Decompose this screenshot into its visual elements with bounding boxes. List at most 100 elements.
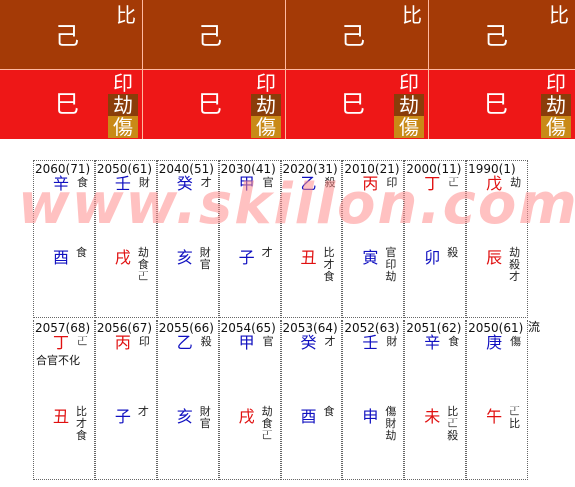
hidden-stems: 𠀀比 [509,406,523,430]
four-pillars: 己 比 己 己 比 己 比 巳 印 劫 傷 巳 印 劫 傷 巳 印 劫 傷 巳 … [0,0,575,139]
luck-cell: 2060(71) 辛食酉食 [33,160,95,318]
luck-stem-god: 𠀀 [448,176,460,189]
luck-branch: 亥 [176,248,193,267]
stem-god: 比 [116,3,136,27]
hidden-stem-god: 食 [76,246,87,259]
heavenly-stems-row: 己 比 己 己 比 己 比 [0,0,575,70]
hidden-stems: 官印劫 [385,247,399,283]
hidden-stem-god: 比 [509,417,521,430]
luck-stem: 戊 [486,174,503,193]
decade-luck-grid: 2060(71) 辛食酉食 2050(61) 壬財戌劫食 𠀀 2040(51) 癸才亥財官 2… [33,160,528,318]
branch-god: 印 [113,71,133,95]
luck-stem: 甲 [238,174,255,193]
hidden-stem-god: 劫 [385,429,397,442]
side-glyph: 流 [528,320,541,334]
luck-stem-god: 才 [200,176,212,189]
luck-stem-god: 印 [138,335,150,348]
luck-cell: 2040(51) 癸才亥財官 [156,160,219,318]
stem-char: 己 [484,22,508,50]
luck-stem-god: 官 [262,176,274,189]
luck-stem: 癸 [300,333,317,352]
hidden-stem-god: 食 [323,270,335,283]
branch-god: 劫 [108,94,138,116]
hidden-stems: 劫殺才 [509,247,523,283]
luck-stem-god: 財 [138,176,150,189]
hidden-stems: 劫食𠀀 [138,247,152,283]
luck-stem-god: 殺 [200,335,212,348]
luck-stem: 癸 [176,174,193,193]
luck-stem: 丁 [53,333,70,352]
luck-branch: 午 [486,407,503,426]
pillar-stem-4: 己 比 [429,0,575,70]
luck-cell: 2010(21) 丙印寅官印劫 [342,160,405,318]
luck-stem-god: 劫 [510,176,522,189]
luck-stem: 丙 [362,174,379,193]
luck-branch: 辰 [486,248,503,267]
hidden-stems: 殺 [447,247,461,259]
hidden-stem-god: 殺 [447,246,459,259]
luck-stem: 壬 [362,333,379,352]
luck-cell: 2057(68) 丁 𠀀 合官不化丑比才食 [33,320,95,480]
hidden-stem-god: 劫 [385,270,397,283]
luck-cell: 2053(64) 癸才酉食 [280,320,343,480]
hidden-stem-god: 殺 [447,429,459,442]
hidden-stem-god: 才 [137,405,149,418]
branch-god: 傷 [108,116,138,138]
luck-branch: 酉 [300,407,317,426]
luck-stem-god: 𠀀 [77,335,88,348]
hidden-stems: 財官 [200,247,214,271]
branch-gods: 印 劫 傷 [541,72,571,138]
luck-cell: 1990(1) 戊劫辰劫殺才 [466,160,528,318]
hidden-stems: 才 [262,247,276,259]
pillar-stem-2: 己 [143,0,286,70]
hidden-stem-god: 官 [199,258,211,271]
branch-char: 巳 [484,90,508,118]
luck-branch: 戌 [114,248,131,267]
luck-stem: 甲 [238,333,255,352]
pillar-branch-1: 巳 印 劫 傷 [0,70,143,139]
luck-stem-god: 殺 [324,176,336,189]
branch-god: 劫 [394,94,424,116]
luck-branch: 子 [114,407,131,426]
luck-cell: 2050(61) 庚傷午 𠀀 比 [466,320,528,480]
luck-stem-god: 官 [262,335,274,348]
luck-branch: 申 [362,407,379,426]
luck-branch: 子 [238,248,255,267]
hidden-stem-god: 才 [509,270,521,283]
hidden-stems: 劫食𠀀 [262,406,276,442]
luck-cell: 2051(62) 辛食未比 𠀀 殺 [404,320,467,480]
hidden-stem-god: 食 [323,405,335,418]
hidden-stem-god: 𠀀 [137,270,149,283]
pillar-branch-2: 巳 印 劫 傷 [143,70,286,139]
branch-gods: 印 劫 傷 [251,72,281,138]
branch-god: 劫 [251,94,281,116]
stem-char: 己 [198,22,222,50]
branch-god: 印 [399,71,419,95]
luck-cell: 2030(41) 甲官子才 [218,160,281,318]
luck-branch: 未 [424,407,441,426]
pillar-stem-3: 己 比 [286,0,429,70]
luck-stem-god: 財 [386,335,398,348]
luck-stem-god: 印 [386,176,398,189]
stem-char: 己 [55,22,79,50]
combination-note: 合官不化 [36,354,80,367]
branch-god: 傷 [394,116,424,138]
branch-god: 印 [256,71,276,95]
hidden-stems: 食 [76,247,90,259]
branch-char: 巳 [341,90,365,118]
luck-branch: 丑 [53,407,70,426]
stem-god: 比 [402,3,422,27]
luck-branch: 丑 [300,248,317,267]
luck-stem-god: 傷 [510,335,522,348]
branch-god: 印 [546,71,566,95]
stem-god: 比 [549,3,569,27]
hidden-stem-god: 食 [76,429,87,442]
luck-branch: 酉 [53,248,70,267]
hidden-stems: 比才食 [76,406,90,442]
luck-stem: 壬 [114,174,131,193]
luck-stem: 丁 [424,174,441,193]
pillar-stem-1: 己 比 [0,0,143,70]
branch-char: 巳 [55,90,79,118]
branch-god: 傷 [251,116,281,138]
branch-gods: 印 劫 傷 [394,72,424,138]
